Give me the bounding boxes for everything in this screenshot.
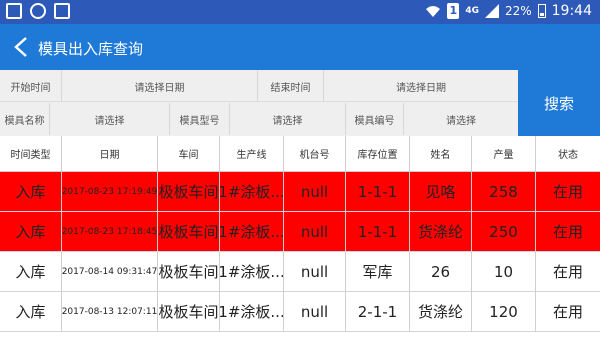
cell-line: 1#涂板...	[220, 252, 284, 291]
back-chevron-icon[interactable]	[12, 36, 30, 58]
app-notification-icon	[30, 3, 46, 19]
mold-model-label: 模具型号	[170, 103, 230, 135]
cell-location: 1-1-1	[346, 212, 410, 251]
status-bar: 1 4G 22% 19:44	[0, 0, 600, 24]
cell-date: 2017-08-13 12:07:11	[62, 292, 158, 331]
image-notification-icon	[6, 3, 22, 19]
battery-percent: 22%	[504, 4, 532, 18]
cell-type: 入库	[0, 252, 62, 291]
cell-line: 1#涂板...	[220, 172, 284, 211]
search-button[interactable]: 搜索	[518, 70, 600, 136]
cell-name: 见咯	[410, 172, 472, 211]
column-header: 日期	[62, 136, 158, 171]
wifi-icon	[426, 6, 441, 17]
cell-name: 货涤纶	[410, 212, 472, 251]
cell-workshop: 极板车间	[158, 212, 220, 251]
cell-type: 入库	[0, 172, 62, 211]
cell-date: 2017-08-14 09:31:47	[62, 252, 158, 291]
cell-location: 1-1-1	[346, 172, 410, 211]
cell-machine: null	[284, 212, 346, 251]
cell-workshop: 极板车间	[158, 292, 220, 331]
cell-status: 在用	[552, 183, 583, 201]
file-notification-icon	[54, 3, 70, 19]
cell-name: 26	[410, 252, 472, 291]
clock: 19:44	[551, 3, 592, 19]
column-header: 车间	[158, 136, 220, 171]
cell-machine: null	[284, 172, 346, 211]
filter-row-date: 开始时间 请选择日期 结束时间 请选择日期	[0, 70, 518, 102]
filter-panel: 开始时间 请选择日期 结束时间 请选择日期 模具名称 请选择 模具型号 请选择 …	[0, 70, 518, 136]
sim-icon: 1	[447, 3, 460, 19]
cell-status: 在用	[552, 223, 583, 241]
table-row[interactable]: 入库 2017-08-13 12:07:11 极板车间 1#涂板... null…	[0, 292, 600, 332]
cell-machine: null	[284, 292, 346, 331]
status-bar-indicators: 1 4G 22% 19:44	[425, 3, 592, 19]
status-bar-notifications	[6, 3, 70, 19]
table-row[interactable]: 入库 2017-08-14 09:31:47 极板车间 1#涂板... null…	[0, 252, 600, 292]
cell-status: 在用	[552, 263, 583, 281]
signal-icon	[484, 4, 499, 18]
cell-status: 在用	[552, 303, 583, 321]
cell-date: 2017-08-23 17:19:49	[62, 172, 158, 211]
battery-icon	[537, 4, 546, 18]
table-row[interactable]: 入库 2017-08-23 17:18:45 极板车间 1#涂板... null…	[0, 212, 600, 252]
column-header: 时间类型	[0, 136, 62, 171]
cell-line: 1#涂板...	[220, 212, 284, 251]
page-title: 模具出入库查询	[38, 41, 144, 58]
column-header: 库存位置	[346, 136, 410, 171]
cell-output: 258	[472, 172, 536, 211]
cell-workshop: 极板车间	[158, 172, 220, 211]
table-row[interactable]: 入库 2017-08-23 17:19:49 极板车间 1#涂板... null…	[0, 172, 600, 212]
cell-output: 250	[472, 212, 536, 251]
mold-name-label: 模具名称	[0, 103, 50, 135]
mold-name-select[interactable]: 请选择	[50, 103, 170, 135]
end-time-picker[interactable]: 请选择日期	[324, 70, 518, 102]
mold-code-label: 模具编号	[346, 103, 404, 135]
cell-date: 2017-08-23 17:18:45	[62, 212, 158, 251]
app-header: 模具出入库查询	[0, 24, 600, 70]
cell-output: 120	[472, 292, 536, 331]
cell-location: 2-1-1	[346, 292, 410, 331]
cell-type: 入库	[0, 292, 62, 331]
column-header: 产量	[472, 136, 536, 171]
cell-location: 军库	[346, 252, 410, 291]
cell-machine: null	[284, 252, 346, 291]
end-time-label: 结束时间	[258, 70, 324, 102]
cell-name: 货涤纶	[410, 292, 472, 331]
column-header: 状态	[558, 150, 578, 161]
cell-output: 10	[472, 252, 536, 291]
cell-type: 入库	[0, 212, 62, 251]
column-header: 机台号	[284, 136, 346, 171]
records-table: 时间类型 日期 车间 生产线 机台号 库存位置 姓名 产量 状态 入库 2017…	[0, 136, 600, 337]
mold-model-select[interactable]: 请选择	[230, 103, 346, 135]
cell-workshop: 极板车间	[158, 252, 220, 291]
start-time-picker[interactable]: 请选择日期	[62, 70, 258, 102]
network-type: 4G	[465, 6, 479, 16]
mold-code-select[interactable]: 请选择	[404, 103, 518, 135]
filter-row-mold: 模具名称 请选择 模具型号 请选择 模具编号 请选择	[0, 103, 518, 135]
table-header: 时间类型 日期 车间 生产线 机台号 库存位置 姓名 产量 状态	[0, 136, 600, 172]
cell-line: 1#涂板...	[220, 292, 284, 331]
start-time-label: 开始时间	[0, 70, 62, 102]
column-header: 生产线	[220, 136, 284, 171]
column-header: 姓名	[410, 136, 472, 171]
